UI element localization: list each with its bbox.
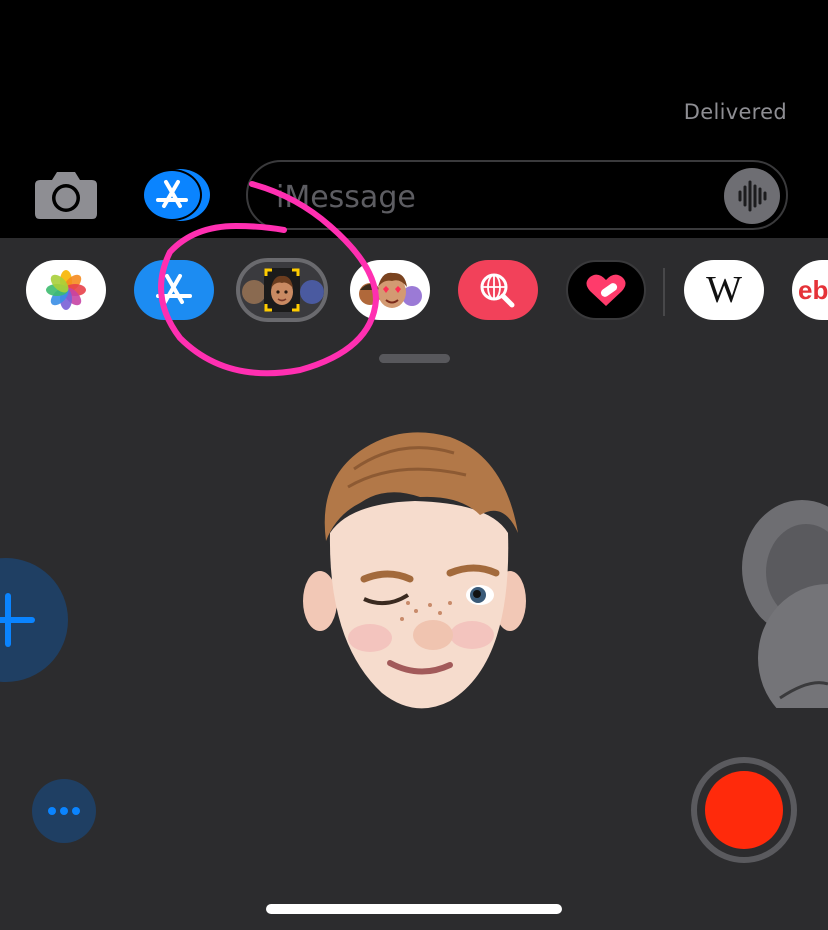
app-store-icon (142, 169, 210, 221)
memoji-stickers-icon (359, 272, 422, 308)
photos-icon (46, 270, 86, 310)
home-indicator[interactable] (266, 904, 562, 914)
wikipedia-icon: W (706, 269, 742, 311)
add-memoji-button[interactable] (0, 558, 68, 682)
app-memoji-stickers[interactable] (350, 260, 430, 320)
app-strip-divider (663, 268, 665, 316)
app-digital-touch[interactable] (566, 260, 646, 320)
record-button[interactable] (691, 757, 797, 863)
mouse-memoji-image (742, 500, 828, 732)
drawer-grabber[interactable] (379, 354, 450, 363)
memoji-camera-icon (240, 262, 324, 318)
waveform-icon (738, 180, 767, 212)
audio-message-button[interactable] (724, 168, 780, 224)
camera-icon (35, 172, 97, 219)
svg-text:eb: eb (798, 275, 828, 305)
app-app-store[interactable] (134, 260, 214, 320)
app-drawer: W eb (0, 238, 828, 930)
app-drawer-toggle[interactable] (140, 168, 212, 222)
app-ebay[interactable]: eb (792, 260, 828, 320)
message-placeholder: iMessage (276, 180, 416, 215)
app-strip[interactable]: W eb (0, 258, 828, 324)
svg-text:W: W (706, 269, 742, 311)
more-options-button[interactable] (32, 779, 96, 843)
camera-button[interactable] (34, 168, 98, 220)
app-memoji-selected[interactable] (236, 258, 328, 322)
app-web-images[interactable] (458, 260, 538, 320)
record-icon (705, 771, 783, 849)
message-input-field[interactable]: iMessage (246, 160, 788, 230)
ebay-icon: eb (798, 275, 828, 305)
memoji-face-image (303, 432, 526, 709)
app-wikipedia[interactable]: W (684, 260, 764, 320)
imessage-screen: Delivered iMessage W eb (0, 0, 828, 930)
memoji-next-preview[interactable] (740, 488, 828, 732)
plus-icon (0, 593, 35, 647)
app-photos[interactable] (26, 260, 106, 320)
memoji-preview[interactable] (290, 423, 540, 723)
delivered-status: Delivered (683, 100, 787, 124)
digital-touch-heart-icon (586, 274, 626, 306)
app-store-icon (156, 274, 192, 304)
web-search-icon (480, 273, 515, 308)
ellipsis-icon (48, 807, 80, 815)
